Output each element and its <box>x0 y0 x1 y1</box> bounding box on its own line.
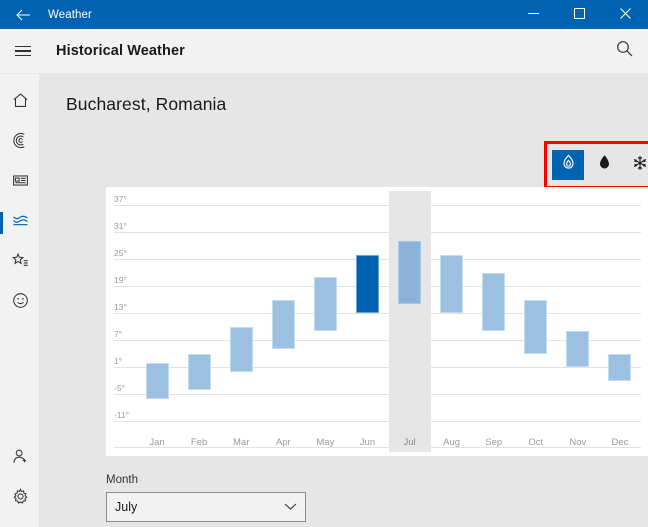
chart-x-tick-label: Nov <box>557 437 599 448</box>
chart-range-bar[interactable] <box>524 300 547 354</box>
close-button[interactable] <box>602 0 648 29</box>
chart-x-tick-label: Sep <box>473 437 515 448</box>
toggle-snowfall[interactable] <box>624 150 648 180</box>
chart-range-bar[interactable] <box>356 255 379 314</box>
chart-month-column[interactable] <box>557 191 599 452</box>
sidebar-item-settings[interactable] <box>0 479 40 519</box>
chart-month-column[interactable] <box>389 191 431 452</box>
temperature-range-chart: 37° 31° 25° 19° 13° 7° 1° -5° -11° JanFebMarAprMa… <box>106 187 648 456</box>
chart-y-tick-label: 25° <box>114 248 127 259</box>
chart-x-tick-label: Aug <box>431 437 473 448</box>
chart-y-tick-label: -11° <box>114 410 129 421</box>
sidebar-item-news[interactable] <box>0 163 40 203</box>
star-list-icon <box>12 252 29 274</box>
chevron-down-icon <box>284 500 297 514</box>
chart-y-tick-label: -5° <box>114 383 125 394</box>
chart-y-tick-label: 7° <box>114 329 122 340</box>
chart-month-column[interactable] <box>346 191 388 452</box>
chart-range-bar[interactable] <box>482 273 505 332</box>
window-title-bar: Weather <box>0 0 648 29</box>
radar-icon <box>12 132 29 154</box>
chart-x-tick-label: May <box>304 437 346 448</box>
chart-y-tick-label: 19° <box>114 275 127 286</box>
chart-range-bar[interactable] <box>146 363 169 399</box>
chart-month-column[interactable] <box>136 191 178 452</box>
sidebar-item-forecast[interactable] <box>0 83 40 123</box>
navigation-sidebar <box>0 74 40 527</box>
maximize-icon <box>574 6 585 24</box>
smiley-icon <box>12 292 29 314</box>
month-details-panel: Month July Average High30 °Record High41… <box>106 474 648 527</box>
sidebar-bottom-group <box>0 439 39 527</box>
chart-month-column[interactable] <box>304 191 346 452</box>
toggle-temperature[interactable] <box>552 150 584 180</box>
chart-range-bar[interactable] <box>608 354 631 381</box>
chart-x-tick-label: Jun <box>346 437 388 448</box>
sidebar-item-maps[interactable] <box>0 123 40 163</box>
chart-range-bar[interactable] <box>566 331 589 367</box>
close-icon <box>620 6 631 24</box>
measurement-toggle-group <box>544 141 648 189</box>
main-content: Bucharest, Romania <box>40 74 648 527</box>
chart-month-column[interactable] <box>178 191 220 452</box>
chart-y-tick-label: 13° <box>114 302 127 313</box>
chart-range-bar[interactable] <box>230 327 253 372</box>
snowflake-icon <box>632 155 648 176</box>
chart-plot-area: 37° 31° 25° 19° 13° 7° 1° -5° -11° JanFebMarAprMa… <box>106 187 648 456</box>
chart-month-column[interactable] <box>262 191 304 452</box>
chart-month-column[interactable] <box>431 191 473 452</box>
sidebar-item-send-feedback[interactable] <box>0 283 40 323</box>
person-add-icon <box>12 448 29 470</box>
chart-x-tick-label: Dec <box>599 437 641 448</box>
chart-x-tick-label: Jan <box>136 437 178 448</box>
sidebar-item-favorites[interactable] <box>0 243 40 283</box>
sidebar-top-group <box>0 74 39 323</box>
chart-x-tick-label: Mar <box>220 437 262 448</box>
chart-month-column[interactable] <box>473 191 515 452</box>
sidebar-item-account[interactable] <box>0 439 40 479</box>
chart-range-bar[interactable] <box>398 241 421 304</box>
chart-range-bar[interactable] <box>272 300 295 350</box>
chart-range-bar[interactable] <box>188 354 211 390</box>
chart-x-tick-label: Feb <box>178 437 220 448</box>
gear-icon <box>12 488 29 510</box>
chart-month-column[interactable] <box>515 191 557 452</box>
command-bar: Historical Weather <box>0 29 648 74</box>
chart-y-tick-label: 31° <box>114 221 127 232</box>
chart-y-tick-label: 37° <box>114 194 127 205</box>
search-button[interactable] <box>600 29 648 74</box>
back-arrow-icon <box>16 9 31 21</box>
chart-x-tick-label: Oct <box>515 437 557 448</box>
chart-month-column[interactable] <box>220 191 262 452</box>
chart-x-tick-label: Jul <box>389 437 431 448</box>
hamburger-menu-icon <box>15 46 31 57</box>
home-icon <box>12 92 29 114</box>
month-select-value: July <box>115 500 284 514</box>
minimize-icon <box>528 6 539 24</box>
chart-x-tick-label: Apr <box>262 437 304 448</box>
flame-icon <box>561 154 576 176</box>
raindrop-icon <box>598 154 611 176</box>
page-title: Historical Weather <box>56 43 185 59</box>
chart-range-bar[interactable] <box>440 255 463 314</box>
back-button[interactable] <box>0 0 46 29</box>
sidebar-item-historical-weather[interactable] <box>0 203 40 243</box>
minimize-button[interactable] <box>510 0 556 29</box>
city-title: Bucharest, Romania <box>40 74 648 115</box>
maximize-button[interactable] <box>556 0 602 29</box>
month-select[interactable]: July <box>106 492 306 522</box>
chart-month-column[interactable] <box>599 191 641 452</box>
chart-line-icon <box>12 212 29 234</box>
app-title: Weather <box>48 9 92 21</box>
toggle-rainfall[interactable] <box>588 150 620 180</box>
search-icon <box>616 40 633 62</box>
chart-y-tick-label: 1° <box>114 356 122 367</box>
chart-range-bar[interactable] <box>314 277 337 331</box>
month-field-label: Month <box>106 474 648 486</box>
hamburger-menu-button[interactable] <box>0 29 46 74</box>
news-icon <box>12 172 29 194</box>
app-body: Bucharest, Romania <box>0 74 648 527</box>
